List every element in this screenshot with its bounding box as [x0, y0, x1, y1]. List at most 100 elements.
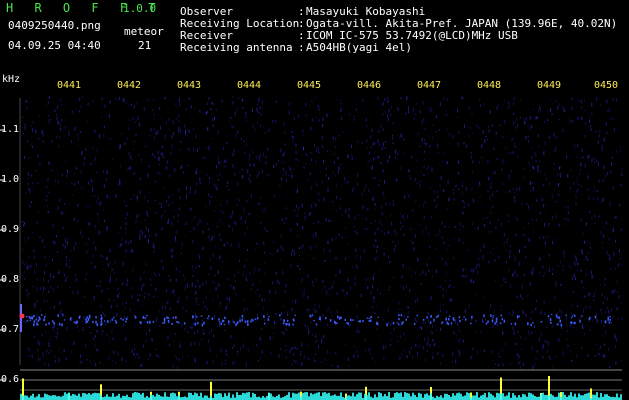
echo-pixel [282, 322, 285, 325]
noise-pixel [223, 147, 225, 150]
noise-pixel [518, 249, 520, 253]
noise-pixel [340, 197, 342, 200]
noise-pixel [100, 304, 102, 309]
noise-pixel [113, 299, 115, 302]
meter-floor-bar [62, 395, 64, 400]
noise-pixel [302, 289, 303, 291]
echo-pixel [112, 316, 115, 319]
noise-pixel [579, 315, 581, 320]
noise-pixel [348, 325, 350, 327]
noise-pixel [347, 357, 349, 361]
noise-pixel [415, 271, 416, 275]
noise-pixel [353, 186, 355, 190]
noise-pixel [83, 162, 85, 166]
noise-pixel [295, 204, 297, 208]
noise-pixel [385, 140, 387, 143]
noise-pixel [28, 237, 29, 240]
meter-floor-bar [584, 393, 586, 400]
noise-pixel [153, 295, 155, 298]
noise-pixel [42, 238, 44, 243]
noise-pixel [178, 208, 179, 210]
noise-pixel [225, 359, 227, 362]
noise-pixel [584, 109, 586, 111]
noise-pixel [391, 221, 393, 226]
meter-floor-bar [116, 395, 118, 400]
noise-pixel [512, 326, 514, 330]
noise-pixel [185, 326, 187, 330]
noise-pixel [159, 325, 161, 327]
noise-pixel [509, 245, 511, 247]
noise-pixel [335, 98, 337, 100]
meter-floor-bar [58, 396, 60, 400]
noise-pixel [587, 188, 588, 191]
noise-pixel [150, 283, 152, 286]
noise-pixel [389, 155, 390, 159]
noise-pixel [92, 99, 94, 103]
noise-pixel [611, 162, 612, 166]
noise-pixel [283, 221, 285, 225]
meter-floor-bar [158, 394, 160, 400]
echo-pixel [463, 316, 465, 318]
noise-pixel [491, 124, 493, 127]
noise-pixel [220, 238, 222, 242]
meter-floor-bar [266, 395, 268, 400]
noise-pixel [36, 313, 38, 318]
noise-pixel [470, 152, 472, 155]
noise-pixel [394, 248, 396, 252]
noise-pixel [416, 298, 418, 302]
meter-floor-bar [146, 395, 148, 400]
noise-pixel [405, 112, 407, 115]
noise-pixel [257, 288, 258, 291]
echo-pixel [574, 314, 576, 317]
noise-pixel [124, 201, 126, 203]
noise-pixel [177, 213, 179, 217]
noise-pixel [567, 211, 569, 214]
echo-pixel [167, 317, 170, 319]
noise-pixel [576, 354, 578, 359]
noise-pixel [42, 133, 44, 137]
noise-pixel [147, 200, 149, 203]
noise-pixel [230, 243, 232, 247]
noise-pixel [572, 322, 574, 325]
noise-pixel [543, 236, 545, 239]
noise-pixel [118, 295, 120, 298]
noise-pixel [86, 250, 88, 254]
meter-floor-bar [330, 395, 332, 400]
noise-pixel [333, 152, 335, 156]
noise-pixel [322, 280, 324, 283]
noise-pixel [366, 139, 368, 143]
noise-pixel [112, 159, 113, 161]
noise-pixel [60, 310, 62, 314]
noise-pixel [30, 201, 32, 203]
noise-pixel [399, 221, 401, 224]
noise-pixel [36, 279, 38, 281]
noise-pixel [147, 358, 149, 361]
noise-pixel [301, 258, 303, 260]
meter-floor-bar [604, 394, 606, 400]
noise-pixel [290, 168, 292, 171]
noise-pixel [174, 293, 176, 296]
noise-pixel [604, 278, 606, 281]
noise-pixel [130, 155, 132, 159]
noise-pixel [155, 287, 157, 292]
noise-pixel [215, 184, 217, 189]
noise-pixel [419, 110, 421, 113]
noise-pixel [201, 319, 203, 323]
noise-pixel [614, 216, 615, 219]
noise-pixel [145, 339, 147, 343]
noise-pixel [68, 266, 70, 269]
noise-pixel [254, 292, 256, 294]
noise-pixel [192, 239, 194, 244]
meter-floor-bar [558, 392, 560, 400]
noise-pixel [193, 147, 195, 152]
noise-pixel [63, 274, 65, 277]
noise-pixel [179, 149, 181, 151]
noise-pixel [317, 147, 319, 151]
noise-pixel [351, 153, 352, 155]
noise-pixel [229, 120, 231, 122]
noise-pixel [394, 229, 396, 233]
noise-pixel [406, 355, 408, 359]
noise-pixel [341, 214, 343, 217]
noise-pixel [131, 295, 133, 299]
noise-pixel [28, 188, 30, 191]
